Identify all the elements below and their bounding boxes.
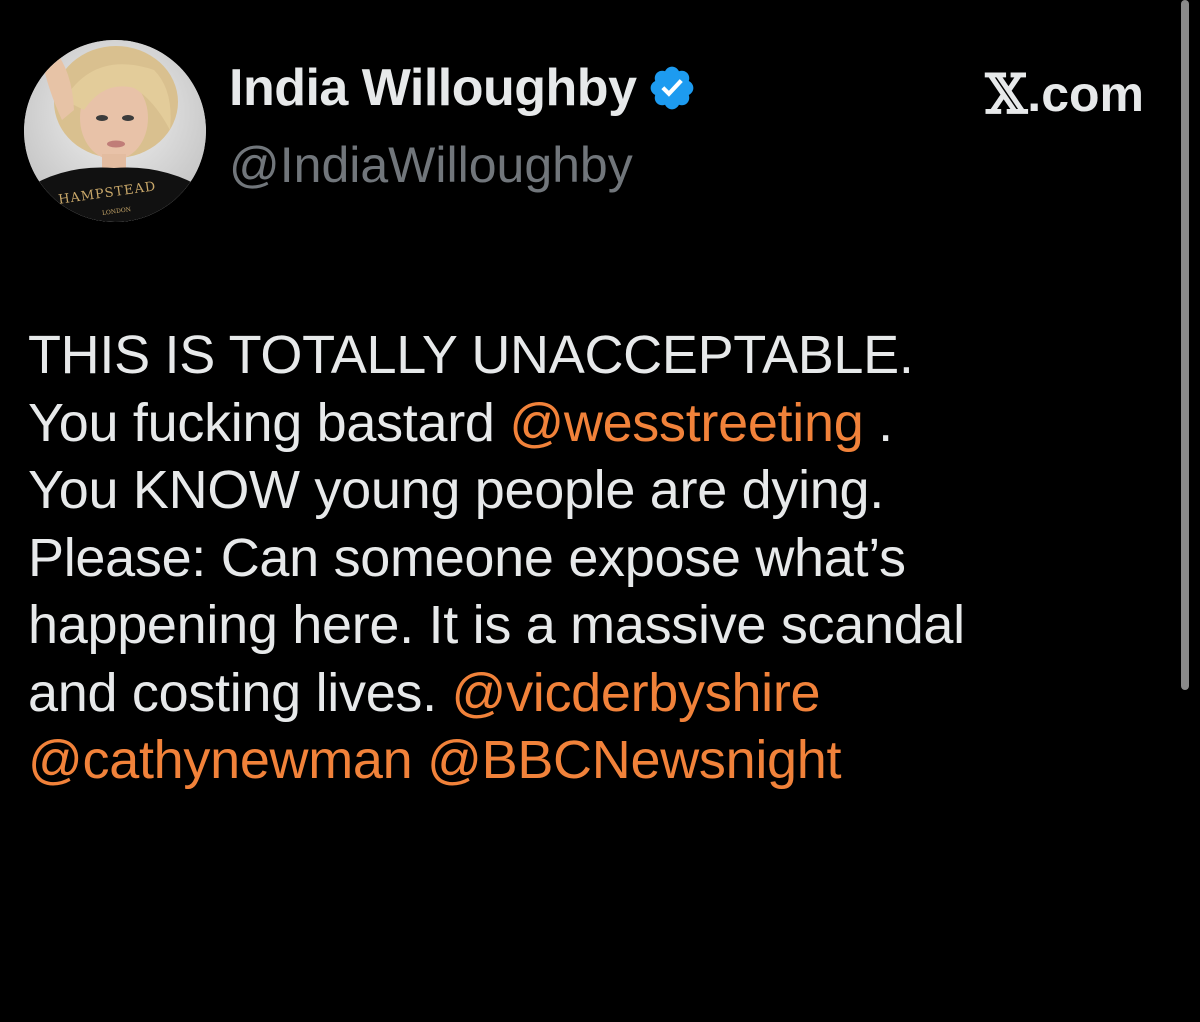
tweet-text-line: THIS IS TOTALLY UNACCEPTABLE. — [28, 322, 1168, 390]
display-name[interactable]: India Willoughby — [229, 58, 637, 118]
verified-badge-icon — [647, 63, 697, 113]
tweet-text-segment: You fucking bastard — [28, 392, 510, 453]
tweet-text-segment — [412, 730, 427, 790]
mention-link[interactable]: @vicderbyshire — [452, 663, 821, 723]
tweet-text-segment: You KNOW young people are dying. — [28, 460, 884, 520]
tweet-text-line: happening here. It is a massive scandal — [28, 592, 1168, 660]
tweet-text-segment: Please: Can someone expose what’s — [28, 527, 906, 588]
brand-domain: .com — [1027, 66, 1144, 122]
tweet-text-segment: and costing lives. — [28, 662, 452, 723]
tweet-text-segment: . — [863, 392, 893, 453]
tweet-text-line: and costing lives. @vicderbyshire — [28, 660, 1168, 728]
brand-watermark: 𝕏 .com — [985, 62, 1144, 126]
author-name-row: India Willoughby — [229, 58, 697, 118]
tweet-text-line: Please: Can someone expose what’s — [28, 525, 1168, 593]
tweet-text-segment: happening here. It is a massive scandal — [28, 595, 965, 655]
x-logo-icon: 𝕏 — [985, 62, 1028, 126]
tweet-card: HAMPSTEAD LONDON India Willoughby @India… — [0, 0, 1200, 1022]
mention-link[interactable]: @BBCNewsnight — [427, 730, 841, 790]
tweet-text-line: You KNOW young people are dying. — [28, 457, 1168, 525]
mention-link[interactable]: @wesstreeting — [509, 393, 863, 453]
scrollbar[interactable] — [1181, 0, 1189, 690]
avatar[interactable]: HAMPSTEAD LONDON — [24, 40, 206, 222]
tweet-text: THIS IS TOTALLY UNACCEPTABLE. You fucking… — [28, 322, 1168, 795]
tweet-text-line: You fucking bastard @wesstreeting . — [28, 390, 1168, 458]
tweet-text-line: @cathynewman @BBCNewsnight — [28, 727, 1168, 795]
mention-link[interactable]: @cathynewman — [28, 730, 413, 790]
author-handle[interactable]: @IndiaWilloughby — [229, 136, 633, 194]
tweet-text-segment: THIS IS TOTALLY UNACCEPTABLE. — [28, 325, 914, 385]
